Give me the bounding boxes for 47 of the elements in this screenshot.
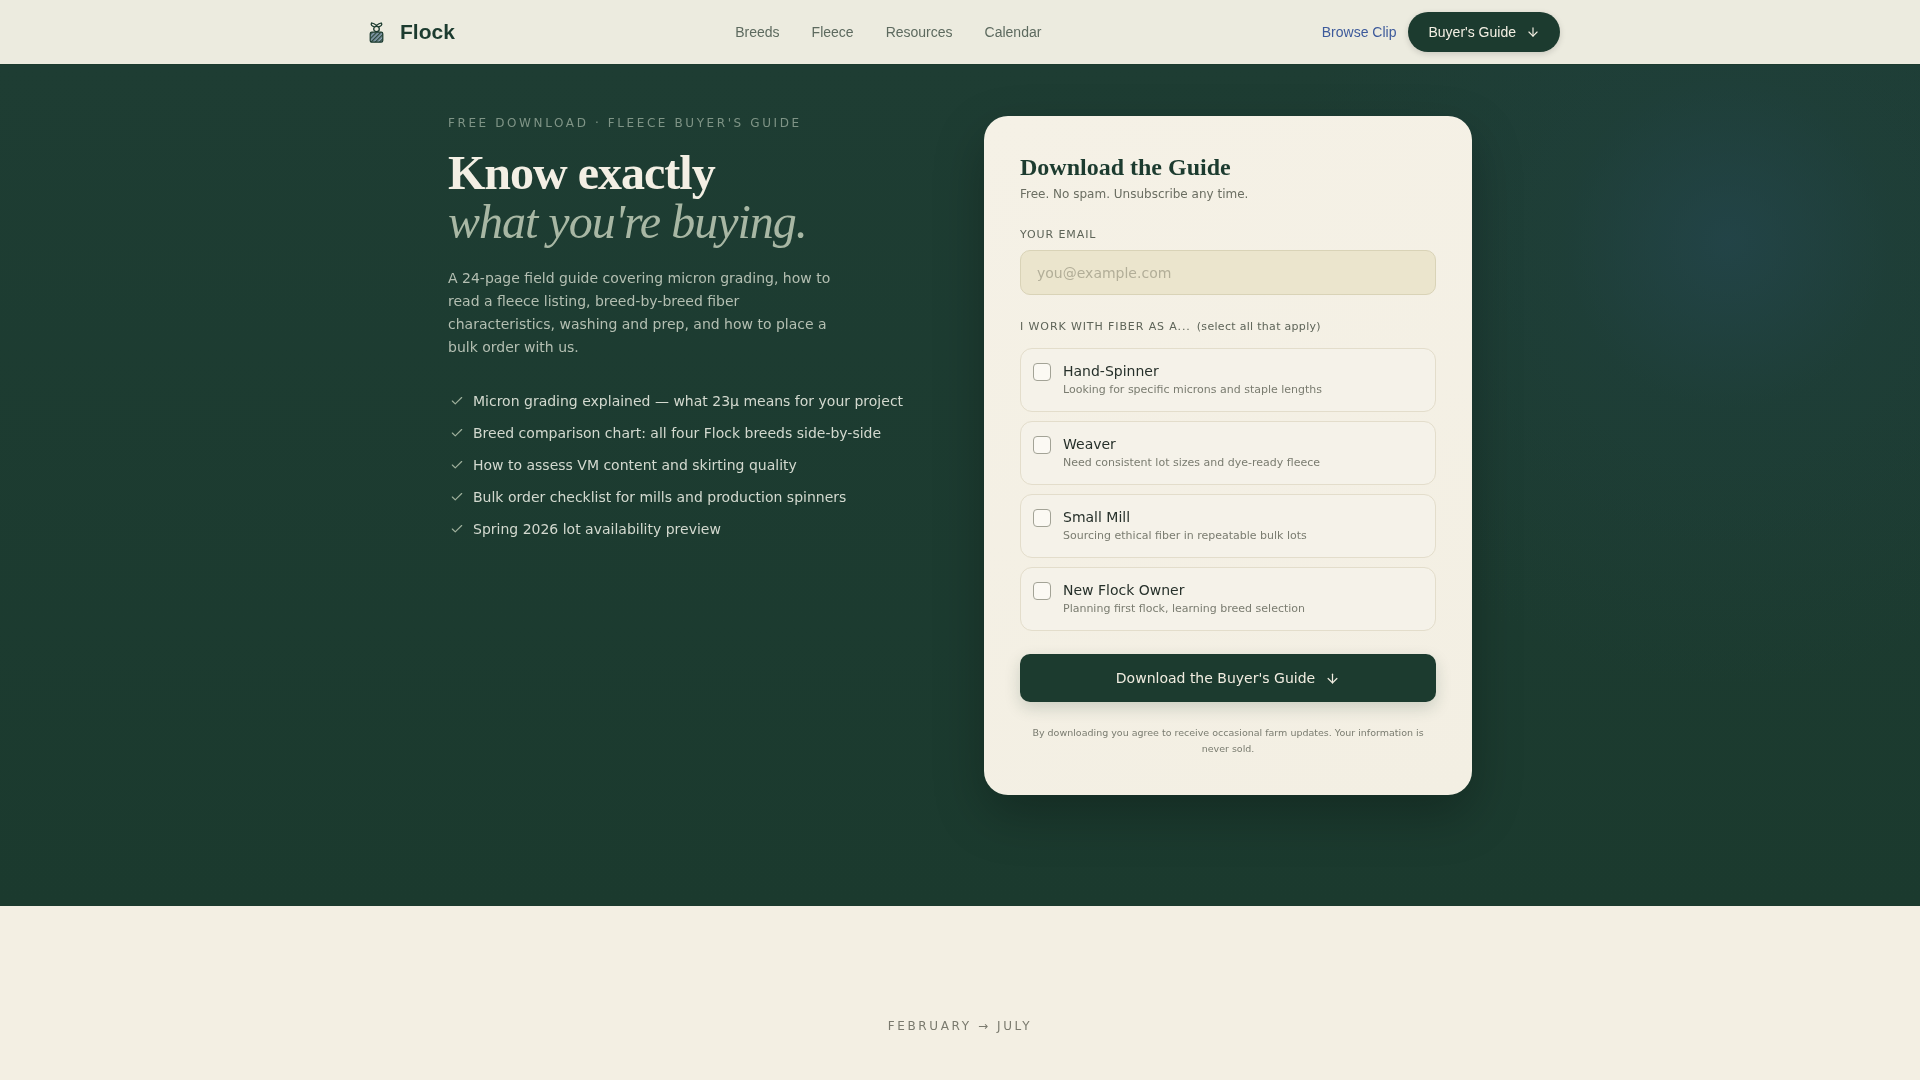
checkbox[interactable] xyxy=(1033,363,1051,381)
brand-logo-icon xyxy=(369,21,384,43)
check-icon xyxy=(450,490,464,504)
role-option[interactable]: Small Mill Sourcing ethical fiber in repeatable bulk lots xyxy=(1020,494,1436,558)
download-button[interactable]: Download the Buyer's Guide xyxy=(1020,654,1436,702)
nav-link[interactable]: Fleece xyxy=(811,24,854,40)
role-description: Planning first flock, learning breed selection xyxy=(1063,601,1306,617)
checkbox[interactable] xyxy=(1033,582,1051,600)
role-title: New Flock Owner xyxy=(1063,581,1185,599)
hero-description: A 24-page field guide covering micron grading, how to read a fleece listing, breed-by-breed fiber characteristics, washing and prep, and how to place a bulk order with us. xyxy=(448,269,832,357)
role-option[interactable]: New Flock Owner Planning first flock, learning breed selection xyxy=(1020,567,1436,631)
role-description: Looking for specific microns and staple lengths xyxy=(1063,382,1323,398)
role-option[interactable]: Hand-Spinner Looking for specific microns and staple lengths xyxy=(1020,348,1436,412)
roles-hint: (select all that apply) xyxy=(1196,320,1321,334)
role-title: Hand-Spinner xyxy=(1063,362,1159,380)
browse-clip-link[interactable]: Browse Clip xyxy=(1321,24,1397,40)
check-icon xyxy=(450,426,464,440)
feature-text: Spring 2026 lot availability preview xyxy=(473,521,721,537)
feature-text: Breed comparison chart: all four Flock breeds side-by-side xyxy=(473,425,882,441)
eyebrow-text: FREE DOWNLOAD · FLEECE BUYER'S GUIDE xyxy=(448,116,802,130)
feature-text: How to assess VM content and skirting quality xyxy=(473,457,797,473)
check-icon xyxy=(450,394,464,408)
roles-label: I WORK WITH FIBER AS A... xyxy=(1020,320,1191,334)
email-field[interactable]: you@example.com xyxy=(1020,250,1436,295)
checkbox[interactable] xyxy=(1033,509,1051,527)
buyers-guide-button[interactable]: Buyer's Guide xyxy=(1408,12,1560,52)
hero-title: Know exactly xyxy=(448,148,715,197)
email-label: YOUR EMAIL xyxy=(1020,228,1097,242)
feature-text: Bulk order checklist for mills and production spinners xyxy=(473,489,847,505)
arrow-down-icon xyxy=(1325,670,1341,686)
disclaimer-text: By downloading you agree to receive occasional farm updates. Your information is never sold. xyxy=(1031,726,1425,756)
role-description: Need consistent lot sizes and dye-ready fleece xyxy=(1063,455,1320,471)
nav-link[interactable]: Breeds xyxy=(735,24,780,40)
feature-text: Micron grading explained — what 23µ means for your project xyxy=(473,393,904,409)
form-title: Download the Guide xyxy=(1020,153,1231,182)
nav-link[interactable]: Resources xyxy=(885,24,953,40)
checkbox[interactable] xyxy=(1033,436,1051,454)
role-title: Weaver xyxy=(1063,435,1116,453)
role-title: Small Mill xyxy=(1063,508,1131,526)
role-option[interactable]: Weaver Need consistent lot sizes and dye-ready fleece xyxy=(1020,421,1436,485)
season-eyebrow: FEBRUARY → JULY xyxy=(887,1019,1033,1033)
check-icon xyxy=(450,458,464,472)
nav-link[interactable]: Calendar xyxy=(984,24,1042,40)
check-icon xyxy=(450,522,464,536)
form-subtitle: Free. No spam. Unsubscribe any time. xyxy=(1020,186,1249,202)
brand-name[interactable]: Flock xyxy=(400,20,455,44)
role-description: Sourcing ethical fiber in repeatable bulk lots xyxy=(1063,528,1307,544)
